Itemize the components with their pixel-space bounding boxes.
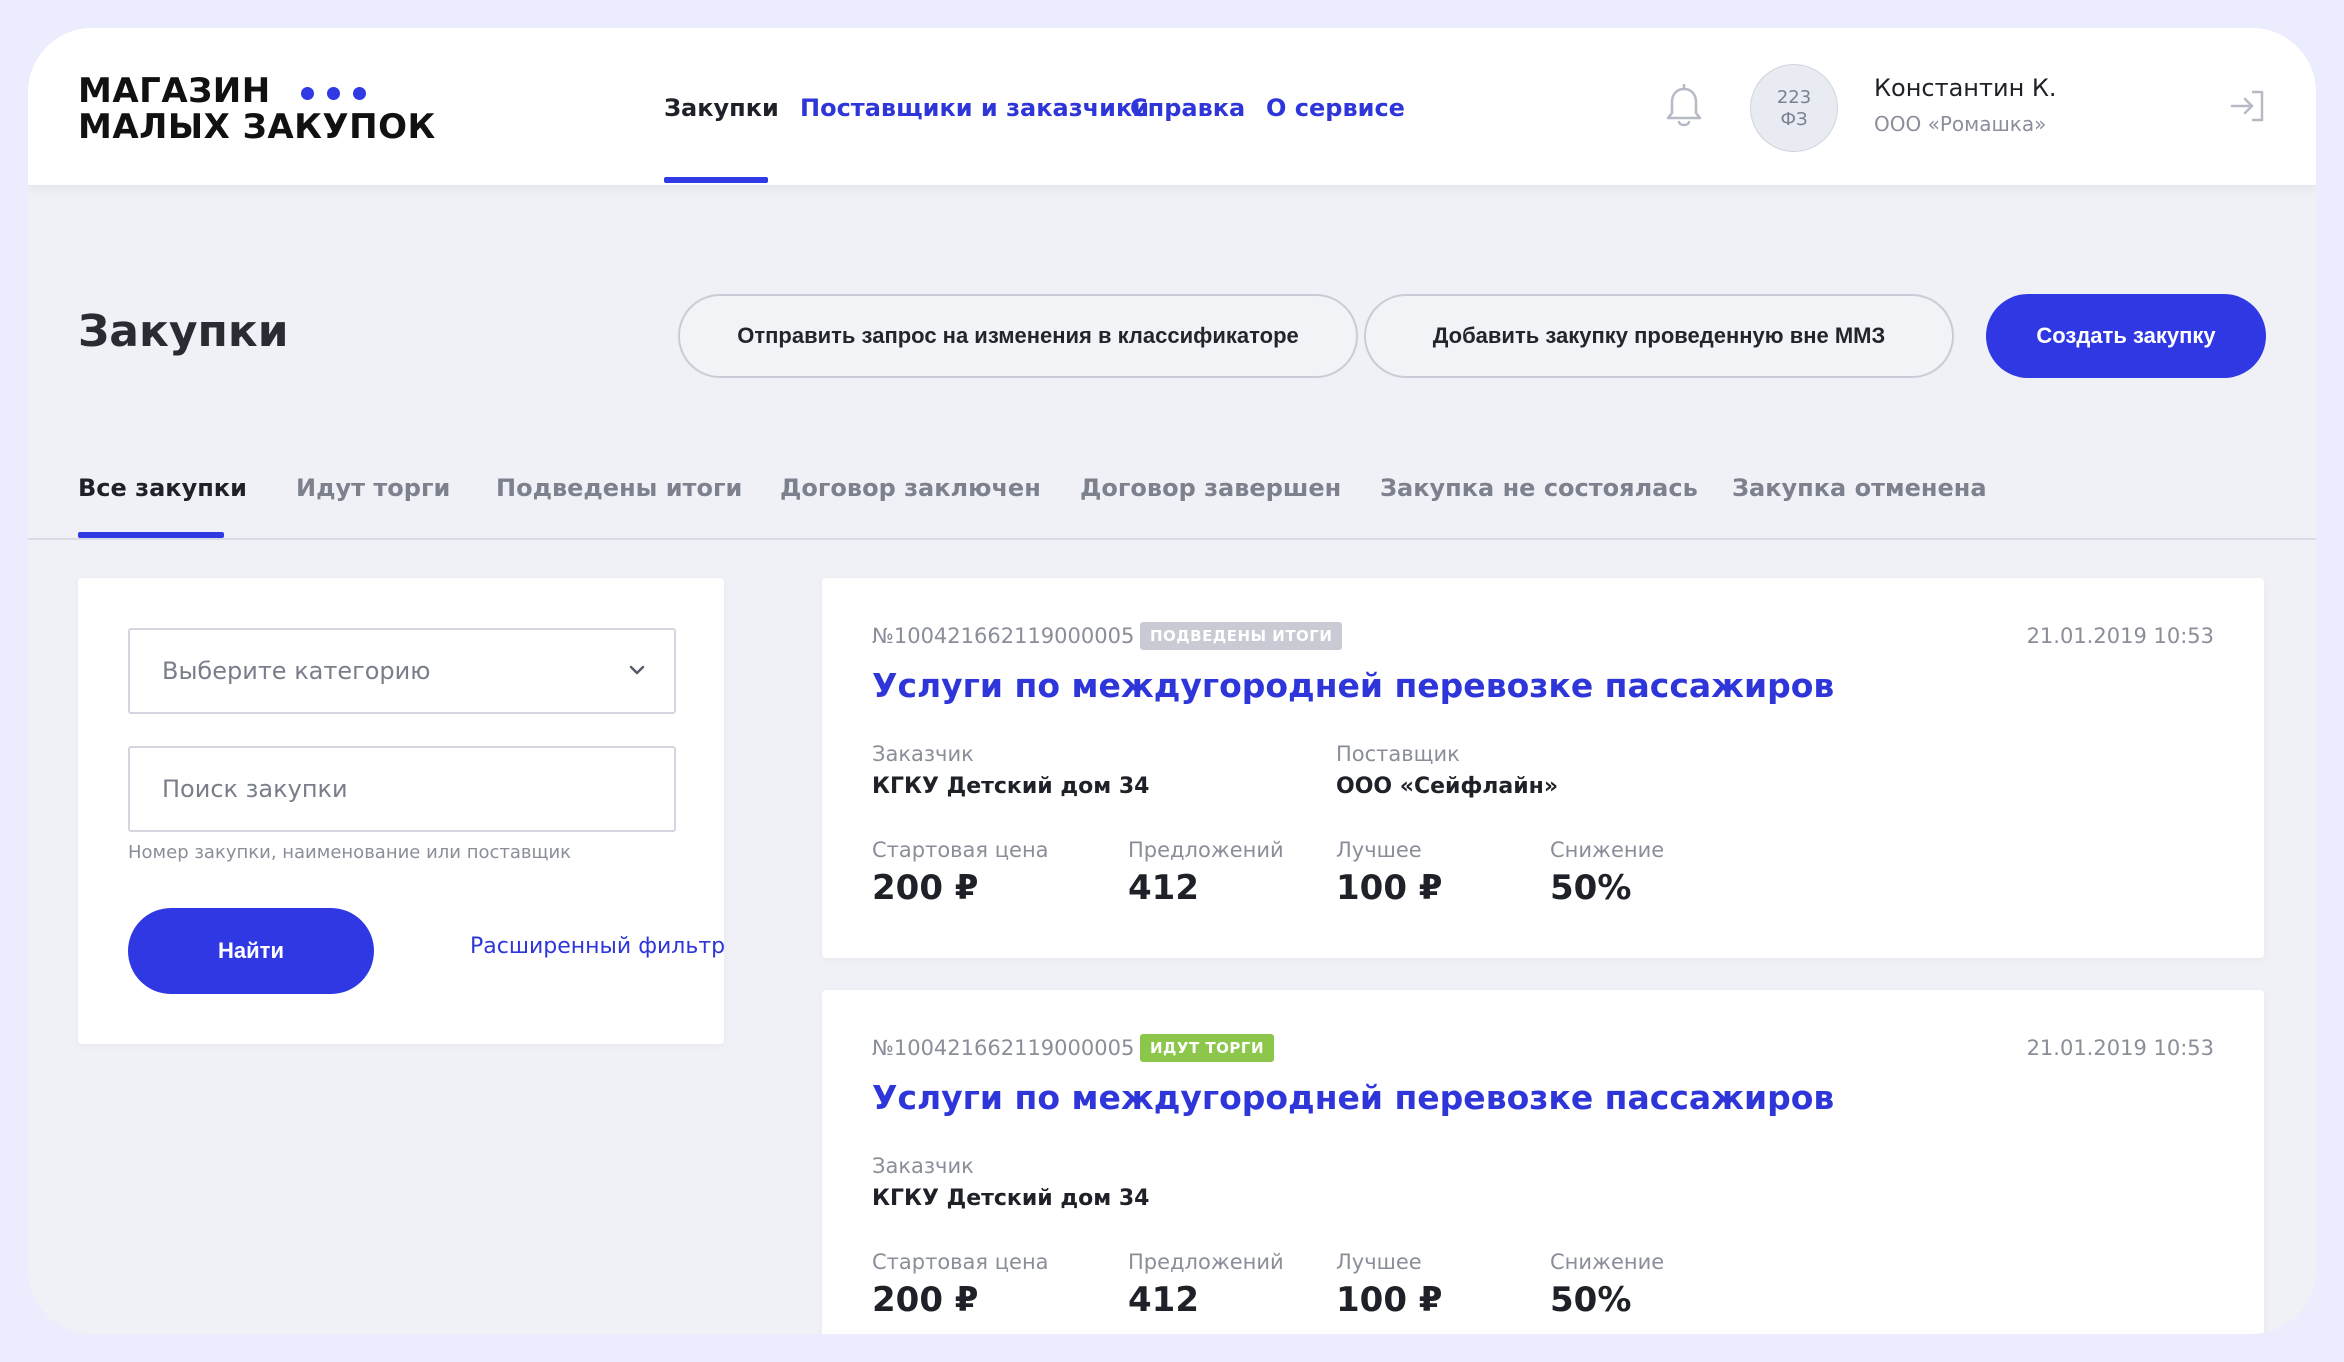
purchase-card[interactable]: №100421662119000005 ИДУТ ТОРГИ 21.01.201… bbox=[822, 990, 2264, 1334]
tab-all[interactable]: Все закупки bbox=[78, 474, 247, 502]
status-badge: ПОДВЕДЕНЫ ИТОГИ bbox=[1140, 622, 1343, 650]
avatar-line-1: 223 bbox=[1776, 87, 1812, 108]
tab-contract-completed[interactable]: Договор завершен bbox=[1080, 474, 1341, 502]
filter-panel: Выберите категорию Номер закупки, наимен… bbox=[78, 578, 725, 1044]
bell-icon[interactable] bbox=[1664, 84, 1704, 130]
decrease-value: 50% bbox=[1550, 1280, 1632, 1320]
category-select-placeholder: Выберите категорию bbox=[162, 657, 431, 685]
tab-trading[interactable]: Идут торги bbox=[296, 474, 450, 502]
nav-active-indicator bbox=[664, 177, 768, 183]
decrease-label: Снижение bbox=[1550, 838, 1665, 862]
nav-item-help[interactable]: Справка bbox=[1130, 94, 1245, 122]
tab-results[interactable]: Подведены итоги bbox=[496, 474, 742, 502]
find-button[interactable]: Найти bbox=[128, 908, 374, 994]
logout-icon[interactable] bbox=[2228, 86, 2268, 126]
search-hint: Номер закупки, наименование или поставщи… bbox=[128, 842, 572, 863]
purchase-number: №100421662119000005 bbox=[872, 624, 1135, 648]
purchase-number: №100421662119000005 bbox=[872, 1036, 1135, 1060]
best-value: 100 ₽ bbox=[1336, 1280, 1443, 1320]
app-window: МАГАЗИН МАЛЫХ ЗАКУПОК Закупки Поставщики… bbox=[28, 28, 2316, 1334]
chevron-down-icon bbox=[629, 665, 645, 675]
tab-cancelled[interactable]: Закупка отменена bbox=[1732, 474, 1987, 502]
decrease-value: 50% bbox=[1550, 868, 1632, 908]
logo[interactable]: МАГАЗИН МАЛЫХ ЗАКУПОК bbox=[78, 74, 436, 145]
logo-dots-icon bbox=[301, 75, 379, 110]
start-price-label: Стартовая цена bbox=[872, 1250, 1049, 1274]
customer-value: КГКУ Детский дом 34 bbox=[872, 1186, 1150, 1211]
purchase-title[interactable]: Услуги по междугородней перевозке пассаж… bbox=[872, 1078, 1834, 1117]
offers-value: 412 bbox=[1128, 1280, 1199, 1320]
customer-label: Заказчик bbox=[872, 742, 974, 766]
avatar[interactable]: 223 ФЗ bbox=[1750, 64, 1838, 152]
top-header: МАГАЗИН МАЛЫХ ЗАКУПОК Закупки Поставщики… bbox=[28, 28, 2316, 186]
nav-item-suppliers[interactable]: Поставщики и заказчики bbox=[800, 94, 1149, 122]
logo-line-1: МАГАЗИН bbox=[78, 71, 271, 111]
start-price-label: Стартовая цена bbox=[872, 838, 1049, 862]
avatar-line-2: ФЗ bbox=[1780, 109, 1808, 130]
advanced-filter-link[interactable]: Расширенный фильтр bbox=[470, 934, 725, 959]
best-value: 100 ₽ bbox=[1336, 868, 1443, 908]
tab-contract-signed[interactable]: Договор заключен bbox=[780, 474, 1041, 502]
status-badge: ИДУТ ТОРГИ bbox=[1140, 1034, 1275, 1062]
offers-value: 412 bbox=[1128, 868, 1199, 908]
purchase-card[interactable]: №100421662119000005 ПОДВЕДЕНЫ ИТОГИ 21.0… bbox=[822, 578, 2264, 958]
offers-label: Предложений bbox=[1128, 838, 1284, 862]
search-input[interactable] bbox=[128, 746, 676, 832]
tab-failed[interactable]: Закупка не состоялась bbox=[1380, 474, 1698, 502]
page-title: Закупки bbox=[78, 306, 289, 357]
offers-label: Предложений bbox=[1128, 1250, 1284, 1274]
logo-line-2: МАЛЫХ ЗАКУПОК bbox=[78, 107, 436, 147]
best-label: Лучшее bbox=[1336, 838, 1422, 862]
nav-item-about[interactable]: О сервисе bbox=[1266, 94, 1405, 122]
purchase-title[interactable]: Услуги по междугородней перевозке пассаж… bbox=[872, 666, 1834, 705]
customer-value: КГКУ Детский дом 34 bbox=[872, 774, 1150, 799]
status-tabs: Все закупки Идут торги Подведены итоги Д… bbox=[28, 448, 2316, 540]
best-label: Лучшее bbox=[1336, 1250, 1422, 1274]
user-organization: ООО «Ромашка» bbox=[1874, 112, 2047, 136]
request-classifier-change-button[interactable]: Отправить запрос на изменения в классифи… bbox=[678, 294, 1358, 378]
purchase-date: 21.01.2019 10:53 bbox=[2026, 624, 2214, 648]
start-price-value: 200 ₽ bbox=[872, 1280, 979, 1320]
supplier-label: Поставщик bbox=[1336, 742, 1460, 766]
decrease-label: Снижение bbox=[1550, 1250, 1665, 1274]
purchase-date: 21.01.2019 10:53 bbox=[2026, 1036, 2214, 1060]
add-external-purchase-button[interactable]: Добавить закупку проведенную вне ММЗ bbox=[1364, 294, 1954, 378]
create-purchase-button[interactable]: Создать закупку bbox=[1986, 294, 2266, 378]
supplier-value: ООО «Сейфлайн» bbox=[1336, 774, 1559, 799]
category-select[interactable]: Выберите категорию bbox=[128, 628, 676, 714]
start-price-value: 200 ₽ bbox=[872, 868, 979, 908]
user-name[interactable]: Константин К. bbox=[1874, 74, 2057, 102]
customer-label: Заказчик bbox=[872, 1154, 974, 1178]
tab-active-indicator bbox=[78, 532, 224, 538]
nav-item-purchases[interactable]: Закупки bbox=[664, 94, 779, 122]
